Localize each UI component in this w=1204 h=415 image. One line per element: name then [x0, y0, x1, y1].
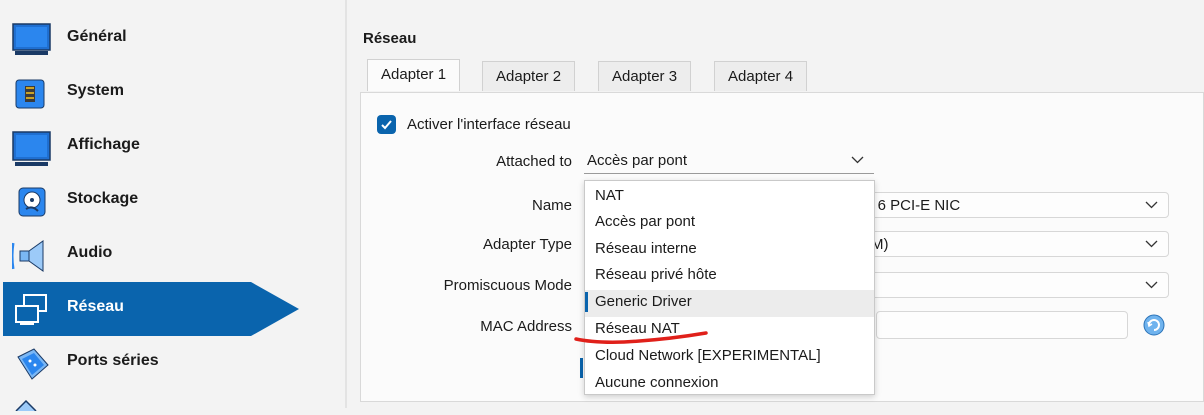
chevron-down-icon [1145, 281, 1158, 289]
attached-to-label: Attached to [496, 153, 572, 170]
monitor-icon [12, 23, 52, 57]
sidebar-item-network[interactable]: Réseau [0, 282, 345, 336]
sidebar-item-label: System [67, 82, 124, 99]
name-label: Name [531, 197, 572, 214]
network-icon [12, 293, 52, 327]
name-value: Fi 6 PCI-E NIC [861, 197, 961, 214]
usb-icon [14, 398, 44, 415]
dropdown-option-none[interactable]: Aucune connexion [585, 371, 874, 398]
sidebar-item-display[interactable]: Affichage [0, 120, 345, 174]
chip-icon [12, 77, 52, 111]
dropdown-option-generic-driver[interactable]: Generic Driver [585, 290, 874, 317]
adapter-type-label: Adapter Type [483, 236, 572, 253]
dropdown-option-host-only[interactable]: Réseau privé hôte [585, 263, 874, 290]
speaker-icon [10, 239, 52, 273]
tab-adapter-2[interactable]: Adapter 2 [482, 61, 576, 91]
sidebar-item-label: Réseau [67, 298, 124, 315]
sidebar-item-partial[interactable] [0, 392, 345, 412]
generate-mac-button[interactable] [1141, 312, 1167, 338]
tab-adapter-3[interactable]: Adapter 3 [598, 61, 692, 91]
refresh-icon [1143, 314, 1165, 336]
dropdown-option-cloud-network[interactable]: Cloud Network [EXPERIMENTAL] [585, 344, 874, 371]
sidebar-item-general[interactable]: Général [0, 12, 345, 66]
disk-icon [12, 185, 52, 219]
attached-to-dropdown-list: NAT Accès par pont Réseau interne Réseau… [584, 180, 875, 395]
page-title: Réseau [363, 30, 417, 47]
attached-to-value: Accès par pont [587, 152, 688, 169]
sidebar-item-label: Stockage [67, 190, 139, 207]
serial-port-icon [12, 347, 52, 381]
sidebar-item-label: Affichage [67, 136, 140, 153]
dropdown-option-nat[interactable]: NAT [585, 184, 874, 211]
chevron-down-icon [1145, 240, 1158, 248]
sidebar-divider [345, 0, 347, 408]
sidebar-item-label: Audio [67, 244, 113, 261]
sidebar-item-label: Général [67, 28, 127, 45]
focus-indicator [580, 358, 583, 378]
tab-adapter-1[interactable]: Adapter 1 [367, 59, 461, 91]
mac-address-input[interactable] [876, 311, 1128, 339]
enable-adapter-label: Activer l'interface réseau [407, 116, 571, 133]
sidebar-item-label: Ports séries [67, 352, 159, 369]
enable-adapter-checkbox[interactable] [377, 115, 396, 134]
sidebar-item-serial-ports[interactable]: Ports séries [0, 336, 345, 390]
attached-to-select[interactable]: Accès par pont [584, 148, 874, 174]
chevron-down-icon [851, 156, 864, 164]
selection-arrow [251, 282, 299, 336]
sidebar-item-audio[interactable]: Audio [0, 228, 345, 282]
promiscuous-mode-label: Promiscuous Mode [443, 277, 572, 294]
settings-sidebar: Général System Affichage Stockage Audio … [0, 0, 345, 412]
dropdown-option-bridged[interactable]: Accès par pont [585, 210, 874, 237]
display-icon [12, 131, 52, 166]
dropdown-option-internal[interactable]: Réseau interne [585, 237, 874, 264]
sidebar-item-storage[interactable]: Stockage [0, 174, 345, 228]
sidebar-item-system[interactable]: System [0, 66, 345, 120]
tab-adapter-4[interactable]: Adapter 4 [714, 61, 808, 91]
hover-accent-bar [585, 292, 588, 312]
check-icon [381, 120, 392, 130]
mac-address-label: MAC Address [480, 318, 572, 335]
chevron-down-icon [1145, 201, 1158, 209]
red-underline-annotation [574, 331, 708, 344]
